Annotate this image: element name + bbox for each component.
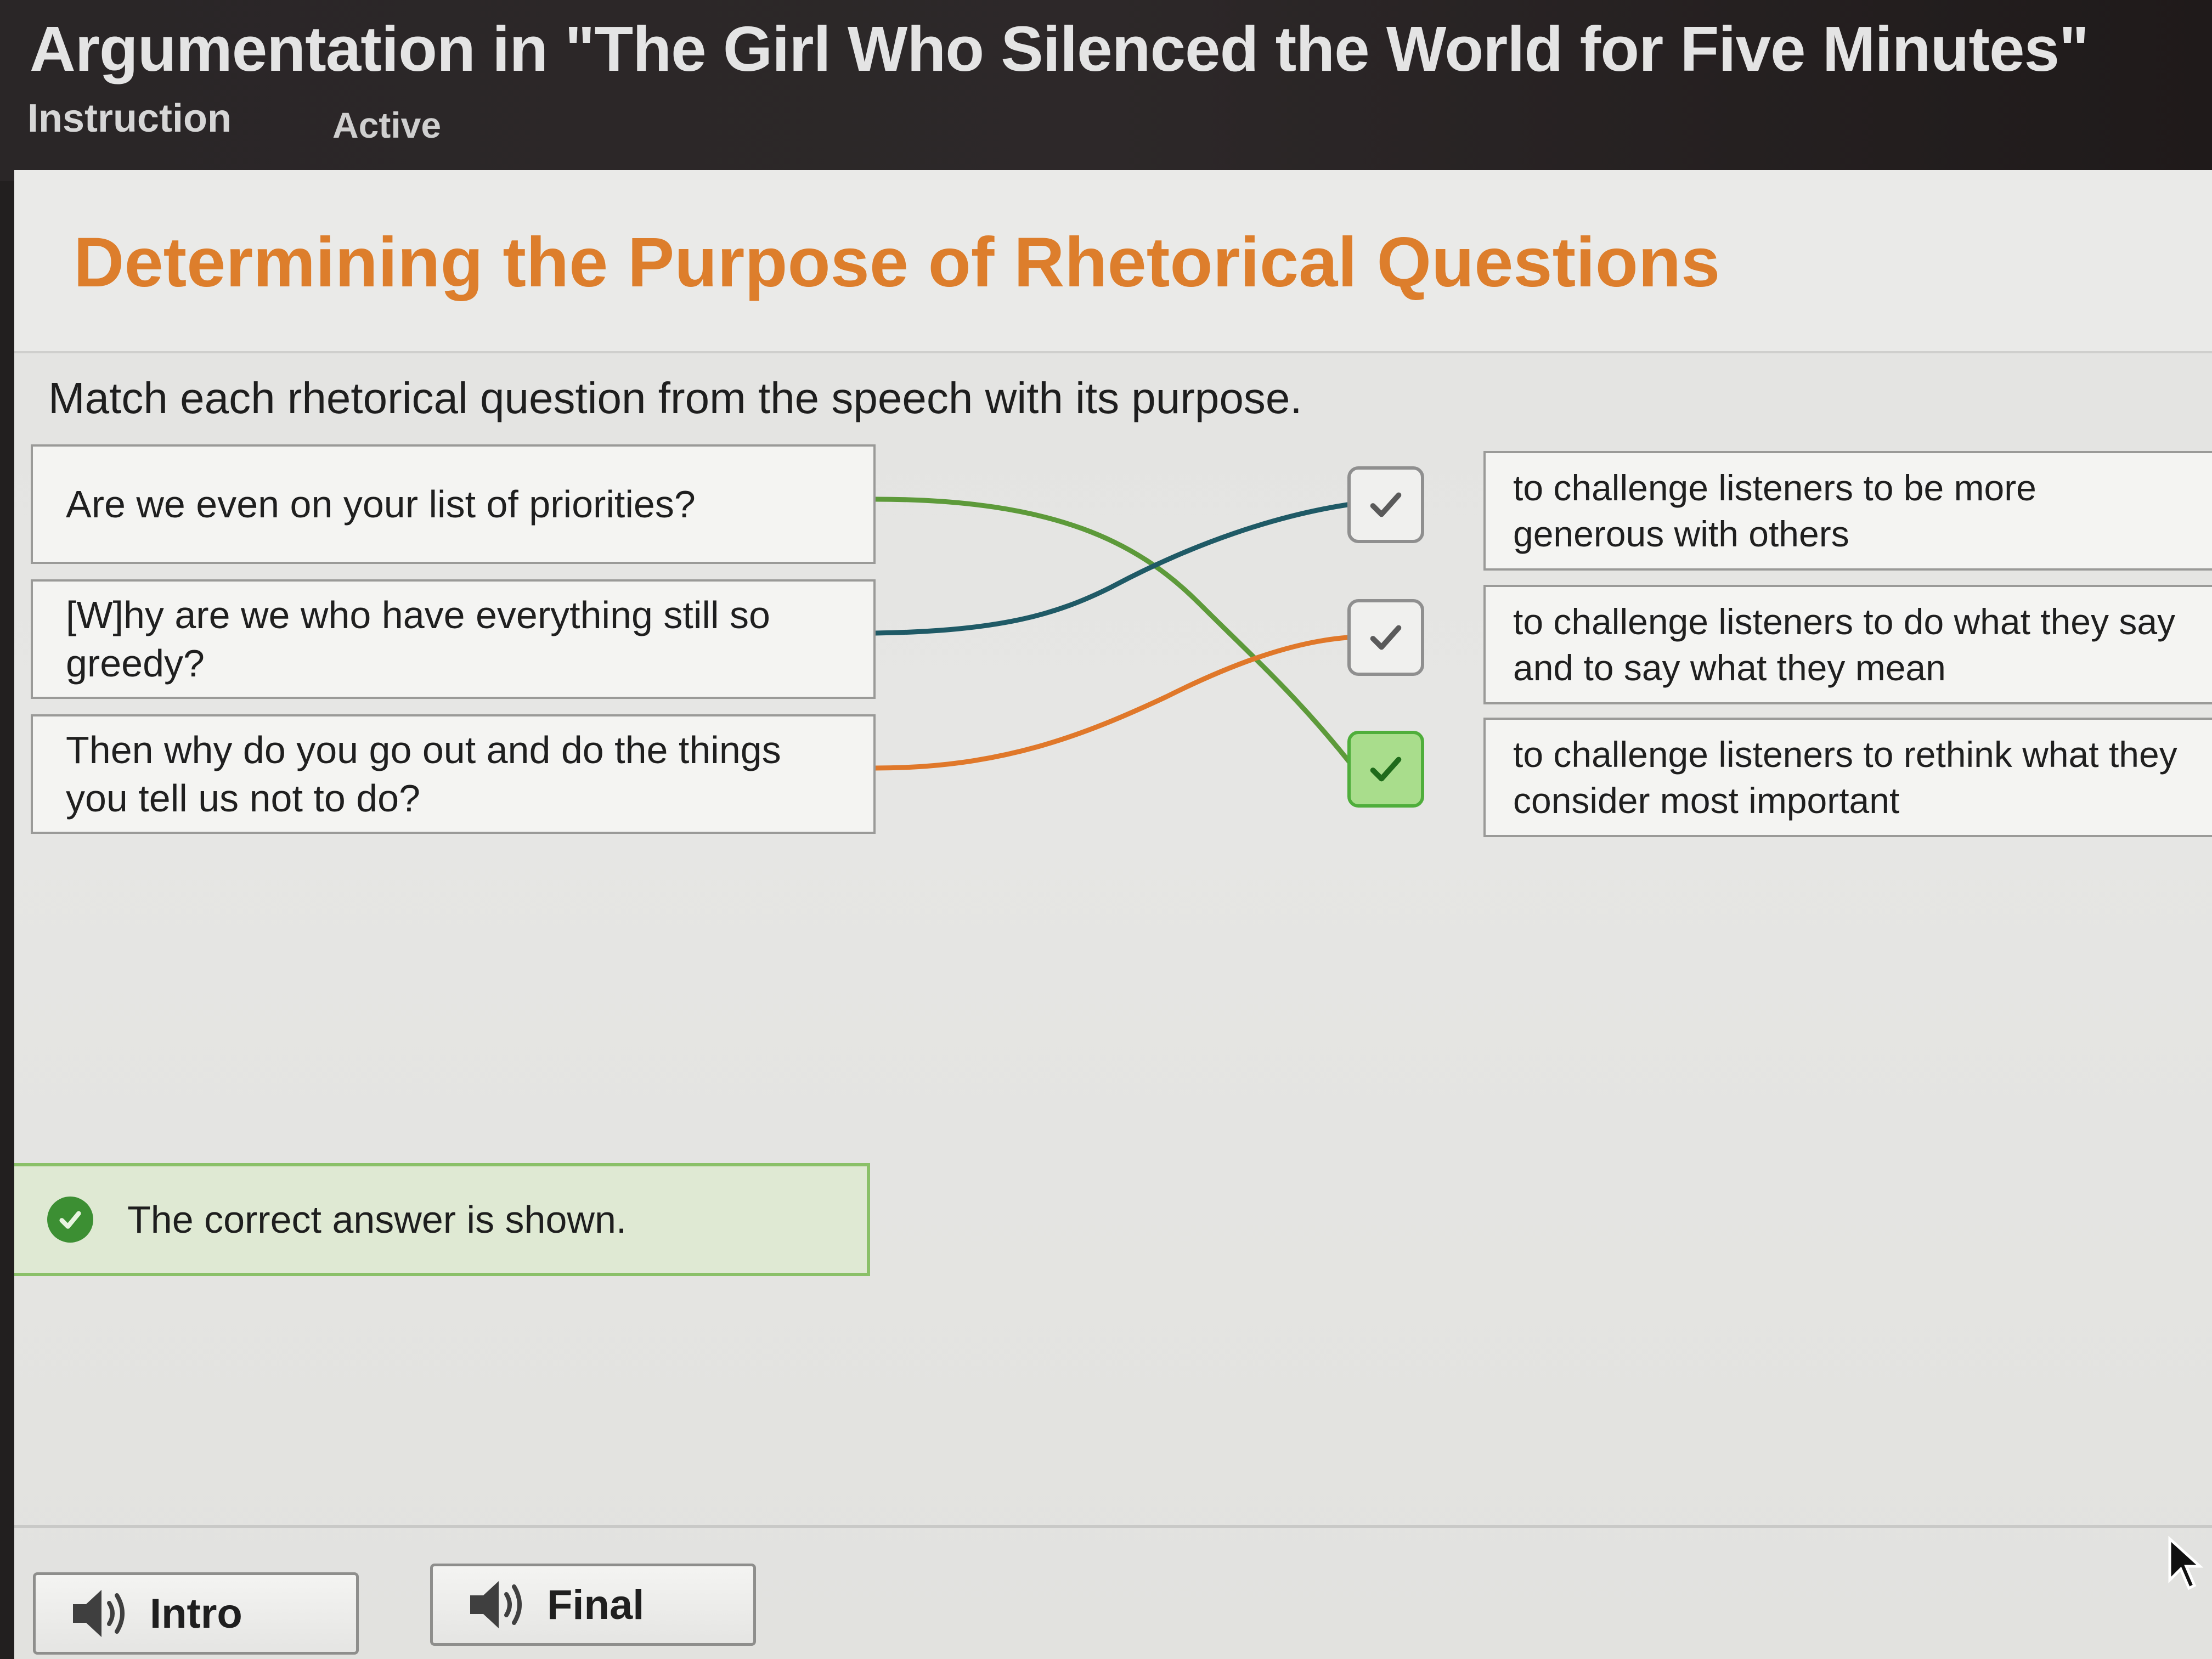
purpose-item[interactable]: to challenge listeners to rethink what t… [1483,718,2212,837]
check-icon [1370,492,1402,517]
feedback-banner: The correct answer is shown. [14,1163,870,1276]
question-text: [W]hy are we who have everything still s… [66,594,770,685]
final-label: Final [547,1581,645,1628]
check-icon [1370,625,1402,650]
purpose-text: to challenge listeners to rethink what t… [1513,734,2177,821]
check-icon [1370,757,1402,782]
match-check-box[interactable] [1347,466,1424,543]
connector-question-3 [873,635,1350,771]
check-circle-icon [47,1197,93,1243]
tab-active[interactable]: Active [332,104,441,146]
connector-question-2 [873,502,1350,636]
question-text: Then why do you go out and do the things… [66,729,781,820]
feedback-text: The correct answer is shown. [127,1198,627,1241]
title-band: Determining the Purpose of Rhetorical Qu… [14,170,2212,353]
tab-instruction[interactable]: Instruction [27,96,232,141]
purpose-item[interactable]: to challenge listeners to do what they s… [1483,585,2212,704]
lesson-header: Argumentation in "The Girl Who Silenced … [0,0,2212,181]
purpose-item[interactable]: to challenge listeners to be more genero… [1483,451,2212,571]
intro-audio-button[interactable]: Intro [33,1572,359,1655]
question-item[interactable]: Are we even on your list of priorities? [31,444,876,564]
instructions-text: Match each rhetorical question from the … [48,374,1302,422]
activity-panel: Determining the Purpose of Rhetorical Qu… [14,170,2212,1659]
question-item[interactable]: [W]hy are we who have everything still s… [31,579,876,699]
activity-title: Determining the Purpose of Rhetorical Qu… [74,223,1720,302]
connector-question-1 [873,496,1358,772]
question-text: Are we even on your list of priorities? [66,483,696,526]
question-item[interactable]: Then why do you go out and do the things… [31,714,876,834]
speaker-icon [470,1581,522,1628]
lesson-title: Argumentation in "The Girl Who Silenced … [30,13,2089,84]
intro-label: Intro [150,1590,242,1637]
mouse-cursor-icon [2168,1536,2204,1590]
match-check-box-selected[interactable] [1347,731,1424,808]
purpose-text: to challenge listeners to be more genero… [1513,467,2036,554]
purpose-text: to challenge listeners to do what they s… [1513,601,2176,688]
speaker-icon [73,1590,125,1637]
footer-divider [14,1525,2212,1528]
match-check-box[interactable] [1347,599,1424,676]
final-audio-button[interactable]: Final [430,1564,756,1646]
